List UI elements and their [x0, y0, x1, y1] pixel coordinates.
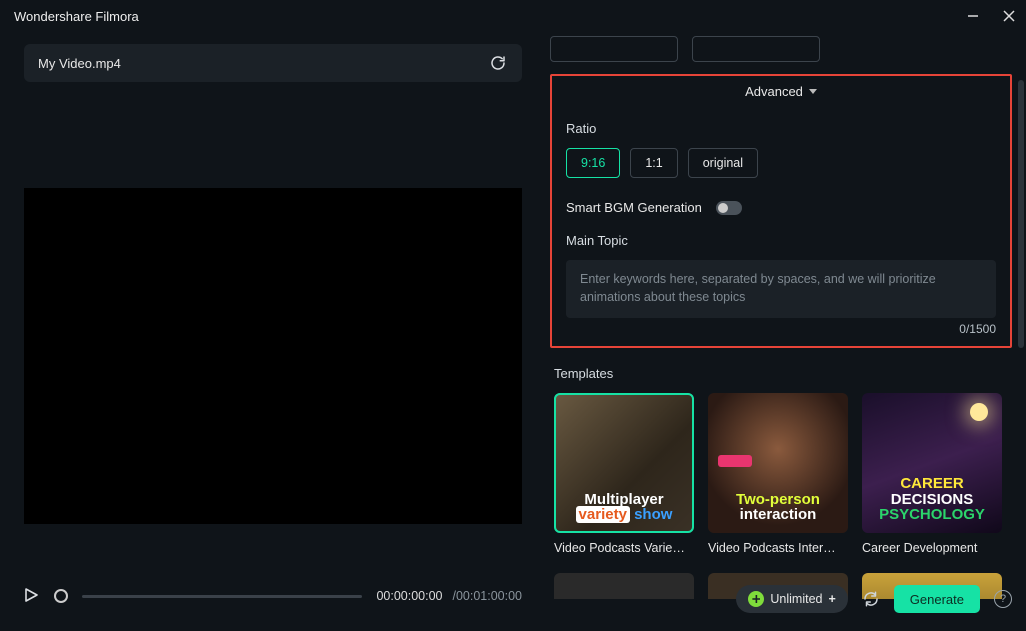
unlimited-chip[interactable]: Unlimited + [736, 585, 847, 613]
category-row [550, 36, 1012, 66]
bgm-toggle[interactable] [716, 201, 742, 215]
playhead-handle[interactable] [54, 589, 68, 603]
advanced-label: Advanced [745, 84, 803, 99]
unlimited-label: Unlimited [770, 592, 822, 606]
app-title: Wondershare Filmora [10, 9, 139, 24]
template-thumb: Multiplayervariety show [554, 393, 694, 533]
bgm-label: Smart BGM Generation [566, 200, 702, 215]
plus-icon: + [828, 592, 835, 606]
ratio-original[interactable]: original [688, 148, 758, 178]
chevron-down-icon [809, 89, 817, 94]
bottom-bar: Unlimited + Generate ? [736, 585, 1012, 613]
main-topic-label: Main Topic [566, 233, 996, 248]
template-thumb[interactable] [554, 573, 694, 599]
category-chip[interactable] [692, 36, 820, 62]
left-panel: My Video.mp4 00:00:00:00 /00:01:00:00 [0, 36, 530, 631]
template-title: Video Podcasts Inter… [708, 541, 848, 555]
window-controls [966, 9, 1016, 23]
help-icon[interactable]: ? [994, 590, 1012, 608]
template-thumb: Two-personinteraction [708, 393, 848, 533]
generate-button[interactable]: Generate [894, 585, 980, 613]
plus-badge-icon [748, 591, 764, 607]
sync-icon[interactable] [862, 590, 880, 608]
video-preview [24, 188, 522, 524]
ratio-9-16[interactable]: 9:16 [566, 148, 620, 178]
template-card[interactable]: Multiplayervariety show Video Podcasts V… [554, 393, 694, 555]
titlebar: Wondershare Filmora [0, 0, 1026, 32]
close-icon[interactable] [1002, 9, 1016, 23]
template-title: Video Podcasts Varie… [554, 541, 694, 555]
template-title: Career Development [862, 541, 1002, 555]
templates-row: Multiplayervariety show Video Podcasts V… [554, 393, 1012, 555]
player-bar: 00:00:00:00 /00:01:00:00 [24, 579, 522, 613]
seek-track[interactable] [82, 595, 362, 598]
file-bar: My Video.mp4 [24, 44, 522, 82]
scrollbar[interactable] [1018, 80, 1024, 348]
time-duration: /00:01:00:00 [452, 589, 522, 603]
ratio-label: Ratio [566, 121, 996, 136]
templates-label: Templates [554, 366, 1012, 381]
main-topic-input[interactable]: Enter keywords here, separated by spaces… [566, 260, 996, 318]
advanced-toggle[interactable]: Advanced [566, 82, 996, 99]
time-display: 00:00:00:00 /00:01:00:00 [376, 589, 522, 603]
char-counter: 0/1500 [566, 322, 996, 336]
file-name: My Video.mp4 [38, 56, 121, 71]
right-panel: Advanced Ratio 9:16 1:1 original Smart B… [530, 36, 1026, 631]
play-icon[interactable] [24, 588, 40, 604]
refresh-icon[interactable] [488, 53, 508, 73]
template-card[interactable]: CAREER DECISIONSPSYCHOLOGY Career Develo… [862, 393, 1002, 555]
time-current: 00:00:00:00 [376, 589, 442, 603]
category-chip[interactable] [550, 36, 678, 62]
minimize-icon[interactable] [966, 9, 980, 23]
ratio-buttons: 9:16 1:1 original [566, 148, 996, 178]
ratio-1-1[interactable]: 1:1 [630, 148, 677, 178]
template-thumb: CAREER DECISIONSPSYCHOLOGY [862, 393, 1002, 533]
template-card[interactable]: Two-personinteraction Video Podcasts Int… [708, 393, 848, 555]
advanced-panel: Advanced Ratio 9:16 1:1 original Smart B… [550, 74, 1012, 348]
